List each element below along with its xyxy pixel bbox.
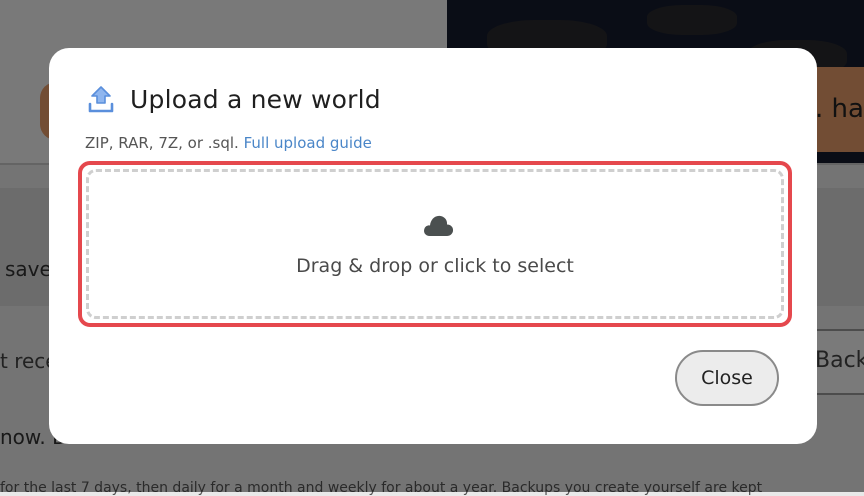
dialog-title: Upload a new world: [130, 84, 381, 114]
file-dropzone[interactable]: Drag & drop or click to select: [86, 169, 784, 319]
dropzone-label: Drag & drop or click to select: [296, 255, 574, 277]
supported-formats-text: ZIP, RAR, 7Z, or .sql.: [85, 134, 239, 152]
dropzone-highlight: Drag & drop or click to select: [78, 161, 792, 327]
full-upload-guide-link[interactable]: Full upload guide: [244, 134, 372, 152]
dialog-subtitle: ZIP, RAR, 7Z, or .sql. Full upload guide: [85, 134, 372, 152]
cloud-icon: [424, 215, 454, 236]
dialog-header: Upload a new world: [87, 84, 381, 114]
upload-world-dialog: Upload a new world ZIP, RAR, 7Z, or .sql…: [49, 48, 817, 444]
close-button[interactable]: Close: [675, 350, 779, 406]
upload-arrow-icon: [88, 86, 114, 113]
